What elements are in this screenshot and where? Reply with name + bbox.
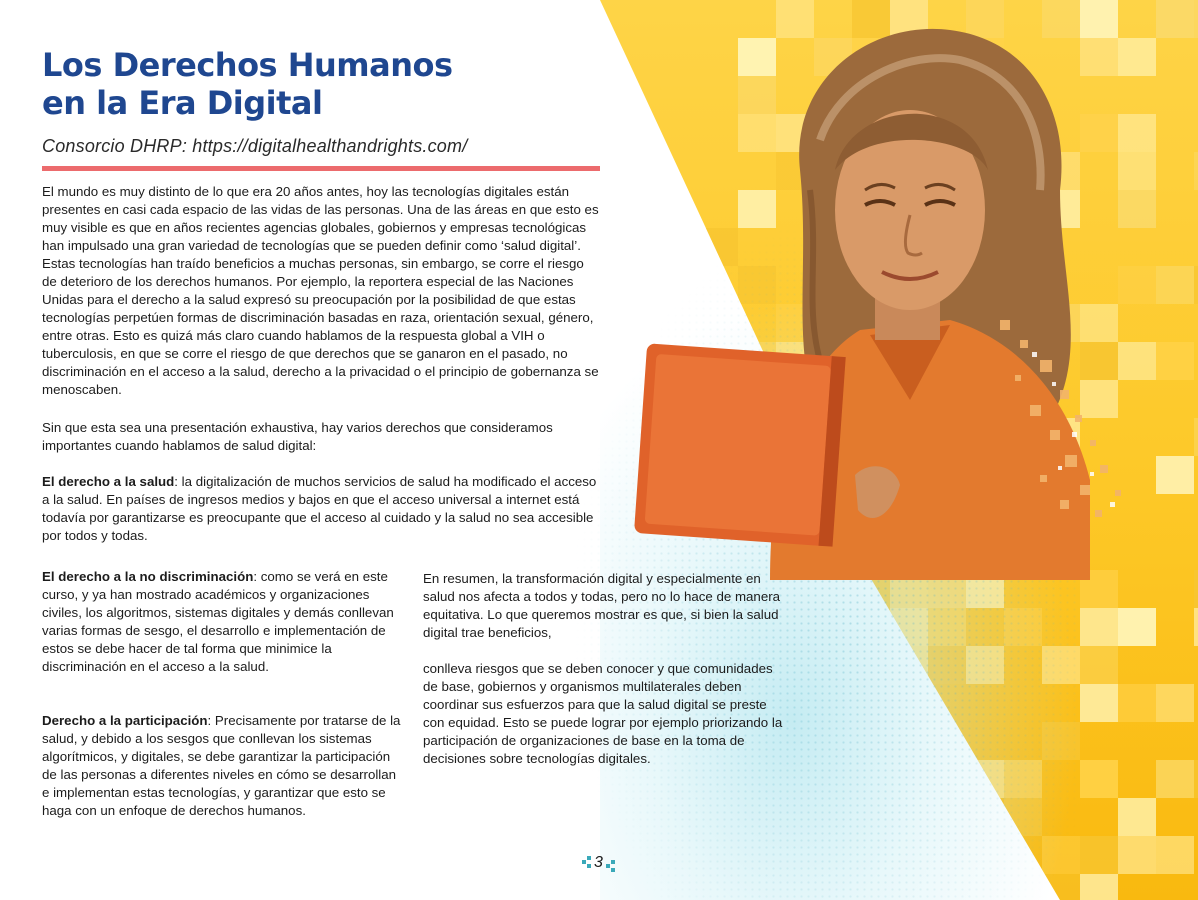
pixel-block xyxy=(1194,152,1198,190)
page-number: 3 xyxy=(582,854,622,874)
participation-text: : Precisamente por tratarse de la salud,… xyxy=(42,713,401,818)
pixel-block xyxy=(1194,418,1198,456)
laptop xyxy=(634,343,846,547)
non-discrimination-heading: El derecho a la no discriminación xyxy=(42,569,254,584)
pixel-block xyxy=(1118,836,1156,874)
title-line-2: en la Era Digital xyxy=(42,84,323,122)
woman-with-laptop-illustration xyxy=(634,28,1121,580)
pixel-block xyxy=(1080,646,1118,684)
pixel-block xyxy=(1194,570,1198,608)
right-to-health-paragraph: El derecho a la salud: la digitalización… xyxy=(42,473,602,545)
subtitle: Consorcio DHRP: https://digitalhealthand… xyxy=(42,136,468,156)
pixel-block xyxy=(1080,874,1118,900)
pixel-block xyxy=(1156,836,1194,874)
pixel-squares-icon xyxy=(582,860,586,864)
pixel-block xyxy=(1194,266,1198,304)
pixel-block xyxy=(1194,608,1198,646)
pixel-block xyxy=(1080,836,1118,874)
rights-intro-paragraph: Sin que esta sea una presentación exhaus… xyxy=(42,420,553,453)
pixel-block xyxy=(1118,684,1156,722)
pixel-block xyxy=(1156,760,1194,798)
title-line-1: Los Derechos Humanos xyxy=(42,46,453,84)
summary-paragraph-1: En resumen, la transformación digital y … xyxy=(423,571,781,640)
pixel-square xyxy=(611,868,615,872)
pixel-block xyxy=(1194,760,1198,798)
pixel-block xyxy=(1080,608,1118,646)
right-to-health-heading: El derecho a la salud xyxy=(42,474,175,489)
pixel-square xyxy=(587,856,591,860)
pixel-block xyxy=(1194,0,1198,38)
pixel-square xyxy=(587,864,591,868)
pixel-block xyxy=(1118,608,1156,646)
participation-heading: Derecho a la participación xyxy=(42,713,208,728)
intro-paragraph: El mundo es muy distinto de lo que era 2… xyxy=(42,184,599,397)
pixel-block xyxy=(1156,684,1194,722)
pixel-square xyxy=(611,860,615,864)
pixel-square xyxy=(606,864,610,868)
non-discrimination-paragraph: El derecho a la no discriminación: como … xyxy=(42,568,407,676)
participation-paragraph: Derecho a la participación: Precisamente… xyxy=(42,712,407,820)
page: Los Derechos Humanos en la Era Digital C… xyxy=(0,0,1198,900)
pixel-block xyxy=(1080,760,1118,798)
non-discrimination-text: : como se verá en este curso, y ya han m… xyxy=(42,569,394,674)
pixel-block xyxy=(1080,684,1118,722)
summary-paragraph-2: conlleva riesgos que se deben conocer y … xyxy=(423,661,783,766)
page-number-text: 3 xyxy=(594,854,603,871)
title-divider xyxy=(42,166,600,171)
pixel-block xyxy=(1118,798,1156,836)
page-title: Los Derechos Humanos en la Era Digital xyxy=(42,46,453,122)
